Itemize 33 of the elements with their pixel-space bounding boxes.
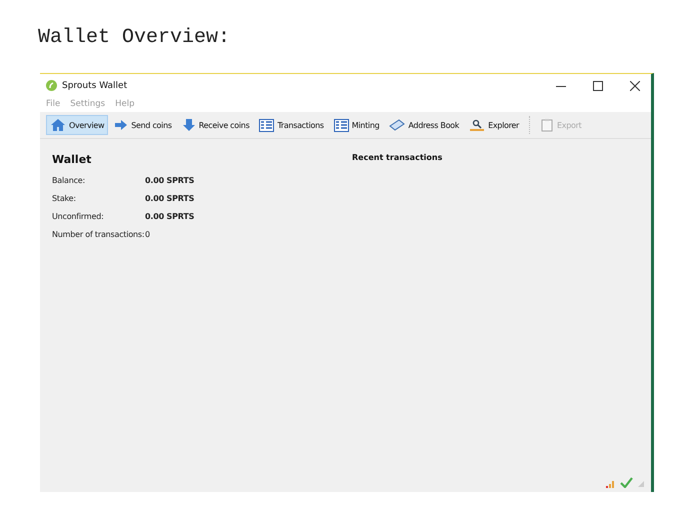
- close-icon: [630, 80, 640, 90]
- magnifier-icon: [469, 119, 486, 131]
- arrow-right-icon: [114, 119, 128, 131]
- page-heading: Wallet Overview:: [38, 26, 232, 49]
- toolbar-button[interactable]: Receive coins: [178, 115, 254, 135]
- clipboard-icon: [540, 118, 554, 132]
- house-icon: [50, 118, 66, 132]
- field-label: Balance:: [52, 176, 86, 185]
- toolbar-button[interactable]: Send coins: [110, 115, 176, 135]
- checkmark-icon: [620, 477, 633, 488]
- app-logo-icon: [46, 80, 57, 91]
- field-label: Unconfirmed:: [52, 212, 105, 221]
- maximize-icon: [593, 80, 603, 90]
- arrow-down-icon: [182, 118, 196, 132]
- signal-bars-icon: [606, 479, 616, 488]
- field-label: Number of transactions:: [52, 230, 145, 239]
- resize-grip-icon: [637, 480, 645, 488]
- toolbar-button[interactable]: Explorer: [465, 115, 524, 135]
- field-value: 0.00 SPRTS: [145, 194, 194, 203]
- toolbar-button[interactable]: Address Book: [385, 115, 464, 135]
- field-value: 0.00 SPRTS: [145, 176, 194, 185]
- toolbar-button[interactable]: Transactions: [255, 115, 328, 135]
- toolbar-button[interactable]: Minting: [330, 115, 384, 135]
- section-title: Wallet: [52, 153, 92, 166]
- book-icon: [389, 119, 406, 131]
- field-value: 0: [145, 230, 150, 239]
- window-title: Sprouts Wallet: [62, 80, 128, 90]
- list-icon: [334, 118, 349, 132]
- section-title: Recent transactions: [352, 153, 442, 164]
- field-value: 0.00 SPRTS: [145, 212, 194, 221]
- toolbar-button[interactable]: Overview: [46, 115, 108, 135]
- list-icon: [259, 118, 274, 132]
- field-label: Stake:: [52, 194, 77, 203]
